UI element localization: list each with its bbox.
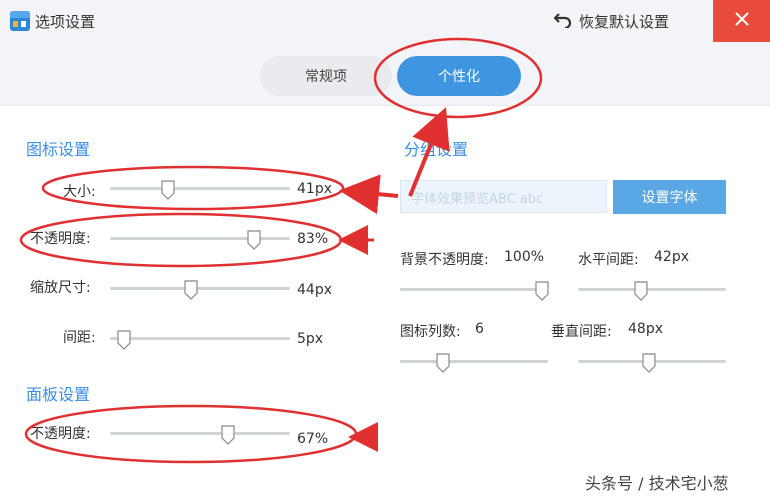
v-spacing-slider-thumb[interactable] — [642, 353, 656, 373]
zoom-slider-track[interactable] — [110, 287, 290, 290]
spacing-slider-track[interactable] — [110, 337, 290, 340]
icon-columns-slider-track[interactable] — [400, 360, 548, 363]
h-spacing-slider-track[interactable] — [578, 288, 726, 291]
icon-settings-title: 图标设置 — [26, 140, 91, 159]
undo-icon — [553, 10, 573, 32]
h-spacing-label: 水平间距: — [578, 252, 639, 268]
panel-opacity-label: 不透明度: — [30, 426, 91, 442]
close-button[interactable] — [713, 0, 770, 42]
icon-opacity-slider-track[interactable] — [110, 237, 290, 240]
bg-opacity-label: 背景不透明度: — [400, 252, 489, 268]
v-spacing-value: 48px — [628, 321, 663, 337]
size-slider-thumb[interactable] — [161, 180, 175, 200]
set-font-button[interactable]: 设置字体 — [613, 180, 726, 214]
icon-columns-value: 6 — [475, 321, 484, 337]
h-spacing-value: 42px — [654, 249, 689, 265]
tab-personalize[interactable]: 个性化 — [397, 56, 521, 96]
zoom-label: 缩放尺寸: — [30, 280, 91, 296]
arrow-to-size — [339, 174, 399, 215]
app-icon — [10, 11, 30, 31]
h-spacing-slider-thumb[interactable] — [634, 281, 648, 301]
icon-opacity-value: 83% — [297, 231, 329, 247]
restore-defaults-label: 恢复默认设置 — [579, 12, 670, 31]
icon-opacity-slider-thumb[interactable] — [247, 230, 261, 250]
font-preview-field: 字体效果预览ABC abc — [400, 180, 607, 213]
size-slider-track[interactable] — [110, 187, 290, 190]
size-value: 41px — [297, 181, 332, 197]
panel-opacity-slider-thumb[interactable] — [221, 425, 235, 445]
bg-opacity-slider-thumb[interactable] — [535, 281, 549, 301]
restore-defaults-button[interactable]: 恢复默认设置 — [553, 8, 669, 34]
size-label: 大小: — [63, 184, 96, 200]
spacing-slider-thumb[interactable] — [117, 330, 131, 350]
panel-settings-title: 面板设置 — [26, 385, 91, 404]
panel-opacity-slider-track[interactable] — [110, 432, 290, 435]
v-spacing-label: 垂直间距: — [551, 324, 612, 340]
close-icon — [734, 11, 750, 31]
spacing-label: 间距: — [63, 330, 96, 346]
spacing-value: 5px — [297, 331, 324, 347]
bg-opacity-slider-track[interactable] — [400, 288, 548, 291]
bg-opacity-value: 100% — [504, 249, 545, 265]
icon-columns-slider-thumb[interactable] — [436, 353, 450, 373]
icon-columns-label: 图标列数: — [400, 324, 461, 340]
window-title: 选项设置 — [35, 13, 96, 31]
watermark: 头条号 / 技术宅小葱 — [585, 474, 729, 493]
zoom-value: 44px — [297, 282, 332, 298]
group-settings-title: 分组设置 — [404, 140, 469, 159]
panel-opacity-value: 67% — [297, 431, 329, 447]
zoom-slider-thumb[interactable] — [184, 280, 198, 300]
icon-opacity-label: 不透明度: — [30, 231, 91, 247]
tab-general[interactable]: 常规项 — [260, 56, 392, 96]
